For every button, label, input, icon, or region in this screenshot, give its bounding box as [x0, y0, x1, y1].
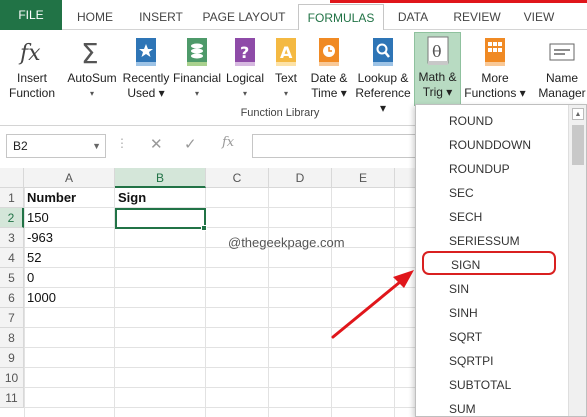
select-all-corner[interactable]	[0, 168, 24, 188]
group-label-function-library: Function Library	[240, 107, 320, 119]
row-header-3[interactable]: 3	[0, 228, 24, 248]
row-header-2[interactable]: 2	[0, 208, 24, 228]
function-item-sinh[interactable]: SINH	[422, 301, 556, 325]
tab-home[interactable]: HOME	[62, 4, 128, 30]
coins-book-icon	[182, 36, 212, 68]
star-book-icon	[131, 36, 161, 68]
cell-a6[interactable]: 1000	[24, 288, 115, 308]
function-item-round[interactable]: ROUND	[422, 109, 556, 133]
insert-function-icon[interactable]: fx	[222, 135, 234, 150]
chevron-down-icon[interactable]: ▼	[92, 135, 101, 157]
column-header-b[interactable]: B	[115, 168, 206, 188]
name-manager-button[interactable]: Name Manager	[536, 34, 587, 106]
tab-view[interactable]: VIEW	[514, 4, 564, 30]
cell-b1[interactable]: Sign	[115, 188, 206, 208]
function-item-subtotal[interactable]: SUBTOTAL	[422, 373, 556, 397]
recently-used-button[interactable]: Recently Used ▾	[120, 34, 172, 106]
tab-data[interactable]: DATA	[388, 4, 438, 30]
excel-window: { "ribbon_tabs": ["FILE", "HOME", "INSER…	[0, 0, 587, 417]
function-item-sec[interactable]: SEC	[422, 181, 556, 205]
more-functions-button[interactable]: More Functions ▾	[464, 34, 526, 106]
enter-check-icon[interactable]: ✓	[184, 135, 197, 153]
tab-page-layout[interactable]: PAGE LAYOUT	[194, 4, 294, 30]
column-header-d[interactable]: D	[269, 168, 332, 188]
lookup-reference-button[interactable]: Lookup & Reference ▾	[352, 34, 414, 115]
row-header-1[interactable]: 1	[0, 188, 24, 208]
grid-book-icon	[480, 36, 510, 68]
function-item-sech[interactable]: SECH	[422, 205, 556, 229]
math-trig-dropdown: ROUND ROUNDDOWN ROUNDUP SEC SECH SERIESS…	[415, 104, 587, 417]
function-item-roundup[interactable]: ROUNDUP	[422, 157, 556, 181]
text-button[interactable]: A Text ▾	[268, 34, 304, 106]
scroll-up-icon[interactable]: ▲	[572, 108, 584, 120]
cell-a1[interactable]: Number	[24, 188, 115, 208]
tab-insert[interactable]: INSERT	[128, 4, 194, 30]
cell-a3[interactable]: -963	[24, 228, 115, 248]
svg-text:fx: fx	[18, 41, 41, 66]
date-time-button[interactable]: Date & Time ▾	[306, 34, 352, 106]
name-box[interactable]: B2 ▼	[6, 134, 106, 158]
fx-icon: fx	[17, 36, 47, 68]
clock-book-icon	[314, 36, 344, 68]
row-header-6[interactable]: 6	[0, 288, 24, 308]
math-trig-button[interactable]: θ Math & Trig ▾	[414, 32, 461, 106]
active-cell-b2[interactable]	[115, 208, 206, 229]
tab-review[interactable]: REVIEW	[444, 4, 510, 30]
column-header-e[interactable]: E	[332, 168, 395, 188]
function-item-rounddown[interactable]: ROUNDDOWN	[422, 133, 556, 157]
row-header-8[interactable]: 8	[0, 328, 24, 348]
tab-formulas[interactable]: FORMULAS	[298, 4, 384, 31]
fill-handle[interactable]	[201, 225, 207, 231]
function-item-seriessum[interactable]: SERIESSUM	[422, 229, 556, 253]
row-header-10[interactable]: 10	[0, 368, 24, 388]
column-header-c[interactable]: C	[206, 168, 269, 188]
function-item-sum[interactable]: SUM	[422, 397, 556, 416]
dropdown-scrollbar[interactable]: ▲	[568, 105, 586, 416]
watermark: @thegeekpage.com	[228, 235, 345, 250]
row-header-4[interactable]: 4	[0, 248, 24, 268]
row-header-7[interactable]: 7	[0, 308, 24, 328]
name-tag-icon	[547, 36, 577, 68]
row-header-11[interactable]: 11	[0, 388, 24, 408]
column-header-a[interactable]: A	[24, 168, 115, 188]
function-item-sqrtpi[interactable]: SQRTPI	[422, 349, 556, 373]
function-item-sqrt[interactable]: SQRT	[422, 325, 556, 349]
text-book-icon: A	[271, 36, 301, 68]
cell-a2[interactable]: 150	[24, 208, 115, 228]
function-item-sin[interactable]: SIN	[422, 277, 556, 301]
financial-button[interactable]: Financial ▾	[172, 34, 222, 106]
cell-a4[interactable]: 52	[24, 248, 115, 268]
formula-bar-grip: ⋮	[116, 136, 128, 150]
title-accent-bar	[330, 0, 587, 3]
sigma-icon: Σ	[77, 36, 107, 70]
svg-text:?: ?	[240, 43, 249, 62]
magnifier-book-icon	[368, 36, 398, 68]
svg-text:A: A	[280, 43, 293, 62]
row-header-5[interactable]: 5	[0, 268, 24, 288]
question-book-icon: ?	[230, 36, 260, 68]
theta-book-icon: θ	[423, 35, 453, 67]
svg-text:Σ: Σ	[81, 37, 99, 68]
function-item-sign[interactable]: SIGN	[422, 251, 556, 275]
logical-button[interactable]: ? Logical ▾	[224, 34, 266, 106]
row-header-9[interactable]: 9	[0, 348, 24, 368]
autosum-button[interactable]: Σ AutoSum ▾	[64, 34, 120, 106]
cell-a5[interactable]: 0	[24, 268, 115, 288]
tab-file[interactable]: FILE	[0, 0, 62, 30]
svg-text:θ: θ	[432, 42, 442, 61]
cancel-icon[interactable]: ✕	[150, 135, 163, 153]
formula-input[interactable]	[252, 134, 422, 158]
scrollbar-thumb[interactable]	[572, 125, 584, 165]
ribbon-tab-bar: FILE HOME INSERT PAGE LAYOUT FORMULAS DA…	[0, 0, 587, 31]
insert-function-button[interactable]: fx Insert Function	[4, 34, 60, 106]
